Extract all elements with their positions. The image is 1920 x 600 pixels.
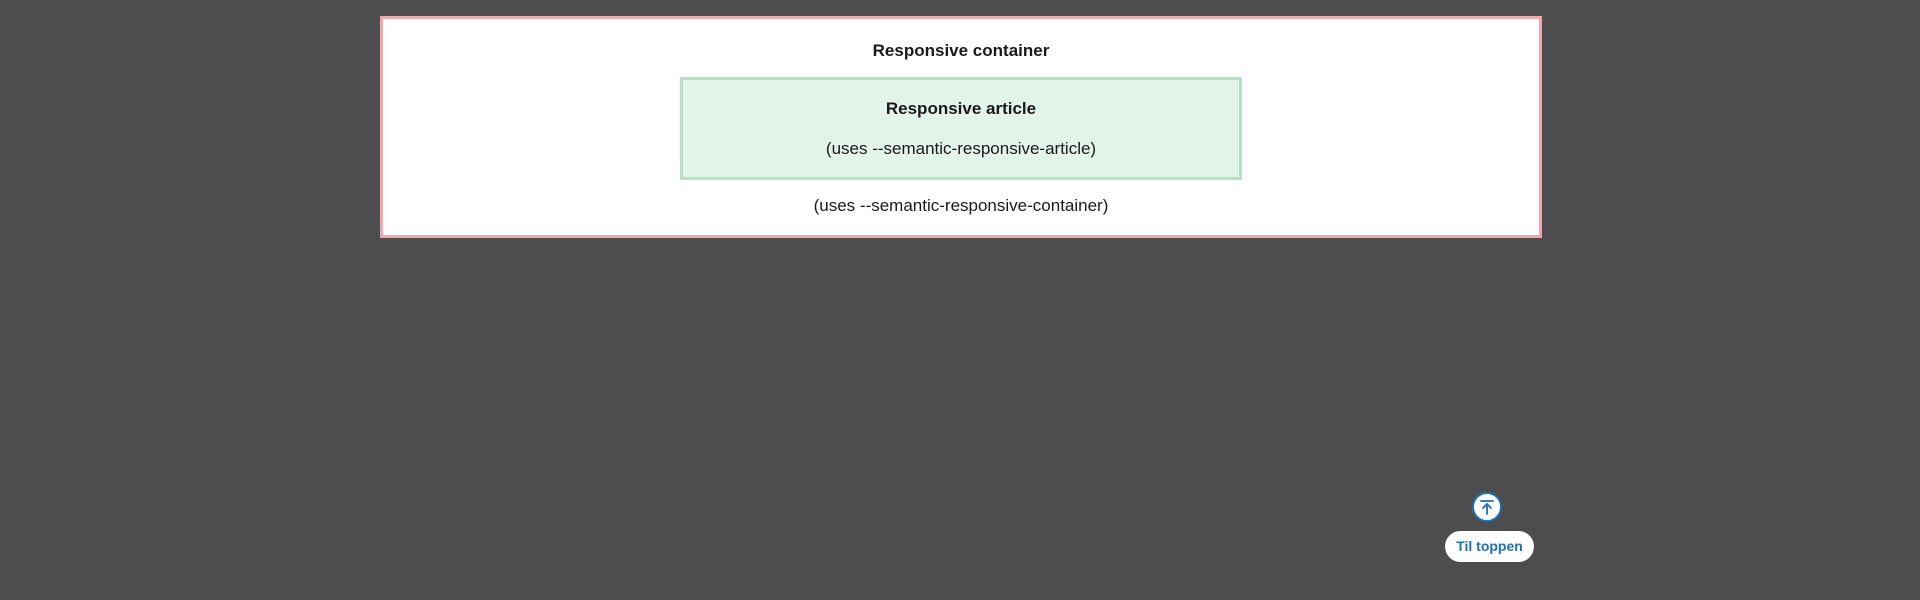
container-note: (uses --semantic-responsive-container) [813, 196, 1109, 215]
container-title: Responsive container [872, 41, 1050, 60]
responsive-article: Responsive article (uses --semantic-resp… [680, 77, 1242, 180]
article-title: Responsive article [885, 99, 1037, 118]
article-note: (uses --semantic-responsive-article) [825, 139, 1097, 158]
back-to-top-label[interactable]: Til toppen [1445, 531, 1534, 562]
responsive-container: Responsive container Responsive article … [380, 16, 1542, 238]
arrow-up-to-top-icon[interactable] [1472, 492, 1502, 522]
back-to-top-button[interactable]: Til toppen [1445, 492, 1534, 562]
